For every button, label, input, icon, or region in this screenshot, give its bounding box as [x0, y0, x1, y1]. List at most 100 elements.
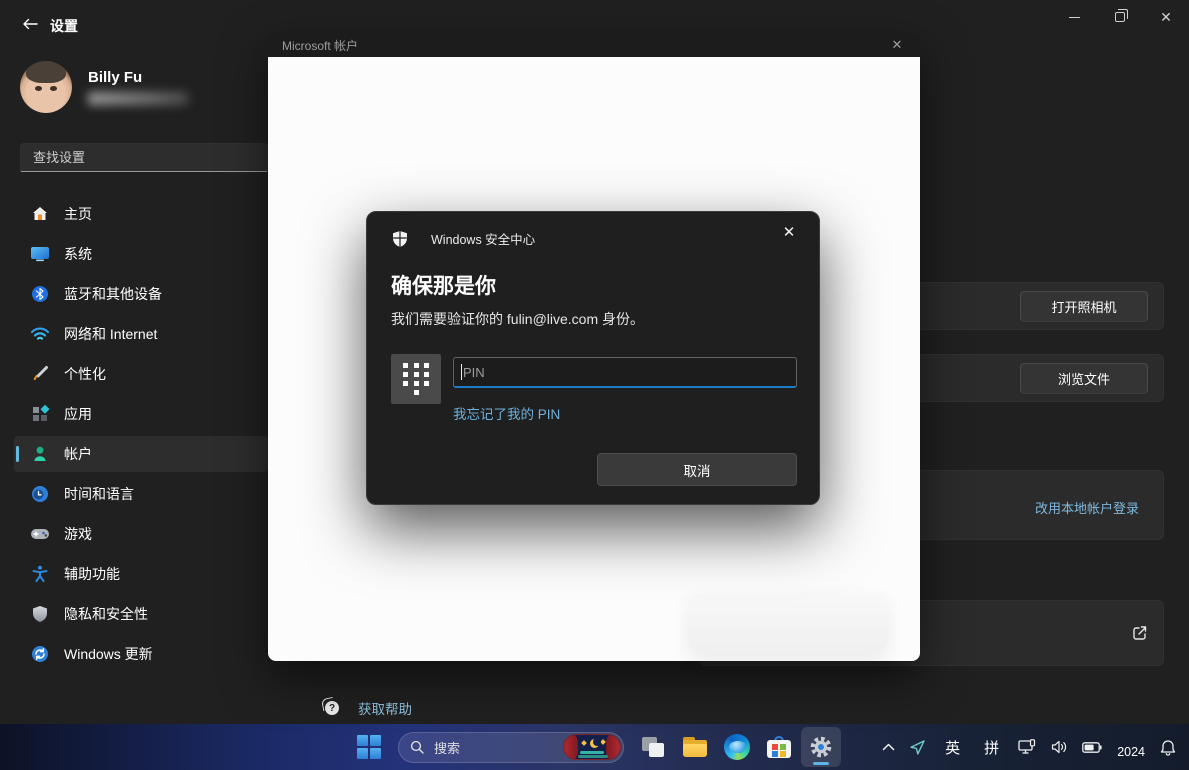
- microsoft-account-close-button[interactable]: ✕: [884, 36, 910, 54]
- sidebar-item-label: 辅助功能: [64, 564, 120, 584]
- local-account-link[interactable]: 改用本地帐户登录: [1035, 498, 1139, 517]
- security-dialog-close-button[interactable]: ✕: [775, 220, 803, 244]
- home-icon: [30, 204, 50, 224]
- background-card: [688, 592, 888, 654]
- sidebar-item-time-language[interactable]: 时间和语言: [14, 476, 268, 512]
- get-help-label: 获取帮助: [358, 698, 412, 718]
- update-icon: [30, 644, 50, 664]
- network-monitor-icon: [1018, 739, 1037, 755]
- sidebar-item-label: 游戏: [64, 524, 92, 544]
- windows-logo-icon: [357, 735, 381, 759]
- minimize-button[interactable]: [1051, 0, 1097, 34]
- sidebar-item-network[interactable]: 网络和 Internet: [14, 316, 268, 352]
- task-view-icon: [642, 737, 664, 757]
- restore-button[interactable]: [1097, 0, 1143, 34]
- sidebar-item-label: 时间和语言: [64, 484, 134, 504]
- sidebar-item-label: 帐户: [64, 444, 92, 464]
- sidebar-item-system[interactable]: 系统: [14, 236, 268, 272]
- edge-button[interactable]: [717, 727, 757, 767]
- sidebar-item-apps[interactable]: 应用: [14, 396, 268, 432]
- sidebar-item-label: Windows 更新: [64, 644, 153, 664]
- security-dialog-header: Windows 安全中心: [391, 229, 535, 248]
- store-button[interactable]: [759, 727, 799, 767]
- tray-volume-button[interactable]: [1044, 727, 1075, 767]
- cancel-button[interactable]: 取消: [597, 453, 797, 486]
- sidebar-item-label: 应用: [64, 404, 92, 424]
- restore-icon: [1115, 12, 1125, 22]
- tray-chevron-up-button[interactable]: [875, 727, 902, 767]
- screen: 设置 ✕ Billy Fu 主页: [0, 0, 1189, 770]
- location-arrow-icon: [909, 739, 926, 756]
- profile-email-blurred: [88, 92, 188, 105]
- user-profile[interactable]: Billy Fu: [20, 61, 188, 113]
- sidebar-item-label: 网络和 Internet: [64, 324, 157, 344]
- security-dialog-title: 确保那是你: [391, 270, 496, 300]
- minimize-icon: [1069, 17, 1080, 18]
- back-button[interactable]: [12, 10, 48, 38]
- ime-latin-indicator[interactable]: 英: [933, 727, 972, 767]
- sidebar-item-accounts[interactable]: 帐户: [14, 436, 268, 472]
- accessibility-icon: [30, 564, 50, 584]
- task-view-button[interactable]: [633, 727, 673, 767]
- store-icon: [767, 736, 791, 758]
- get-help-link[interactable]: ? 获取帮助: [322, 698, 412, 718]
- search-icon: [410, 740, 424, 754]
- get-help-icon: ?: [322, 698, 342, 718]
- close-button[interactable]: ✕: [1143, 0, 1189, 34]
- pin-input-wrap: [453, 357, 797, 388]
- close-icon: ✕: [783, 223, 796, 241]
- sidebar-item-privacy[interactable]: 隐私和安全性: [14, 596, 268, 632]
- tray-notification-button[interactable]: [1153, 727, 1183, 767]
- security-dialog-app-name: Windows 安全中心: [431, 229, 535, 248]
- profile-name: Billy Fu: [88, 69, 188, 86]
- forgot-pin-link[interactable]: 我忘记了我的 PIN: [453, 403, 560, 423]
- microsoft-account-titlebar: Microsoft 帐户 ✕: [268, 33, 920, 57]
- sidebar-item-gaming[interactable]: 游戏: [14, 516, 268, 552]
- settings-app-button[interactable]: [801, 727, 841, 767]
- brush-icon: [30, 364, 50, 384]
- chevron-up-icon: [882, 743, 895, 751]
- sidebar-item-label: 系统: [64, 244, 92, 264]
- taskbar-tray: 英 拼: [875, 724, 1183, 770]
- speaker-icon: [1051, 740, 1068, 754]
- taskbar-search-box[interactable]: 搜索: [398, 732, 624, 763]
- search-highlight-icon[interactable]: [563, 734, 621, 760]
- tray-clock[interactable]: 2024: [1109, 727, 1153, 767]
- tray-battery-button[interactable]: [1075, 727, 1109, 767]
- system-icon: [30, 244, 50, 264]
- sidebar-item-home[interactable]: 主页: [14, 196, 268, 232]
- tray-network-button[interactable]: [1011, 727, 1044, 767]
- tray-location-button[interactable]: [902, 727, 933, 767]
- microsoft-account-title: Microsoft 帐户: [282, 37, 358, 54]
- back-arrow-icon: [22, 18, 38, 30]
- sidebar-item-label: 主页: [64, 204, 92, 224]
- start-button[interactable]: [349, 727, 389, 767]
- close-icon: ✕: [1160, 10, 1172, 24]
- ime-pinyin-indicator[interactable]: 拼: [972, 727, 1011, 767]
- pin-input[interactable]: [453, 357, 797, 388]
- sidebar-item-accessibility[interactable]: 辅助功能: [14, 556, 268, 592]
- sidebar-item-bluetooth[interactable]: 蓝牙和其他设备: [14, 276, 268, 312]
- pin-keypad-icon: [391, 354, 441, 404]
- folder-icon: [683, 737, 707, 757]
- edge-icon: [724, 734, 750, 760]
- sidebar-item-windows-update[interactable]: Windows 更新: [14, 636, 268, 672]
- apps-icon: [30, 404, 50, 424]
- taskbar-center-group: 搜索: [348, 724, 842, 770]
- gamepad-icon: [30, 524, 50, 544]
- taskbar: 搜索: [0, 724, 1189, 770]
- profile-texts: Billy Fu: [88, 69, 188, 105]
- open-camera-button[interactable]: 打开照相机: [1020, 291, 1148, 322]
- security-dialog-body-text: 我们需要验证你的 fulin@live.com 身份。: [391, 309, 644, 329]
- settings-search-box[interactable]: [20, 143, 268, 172]
- sidebar-item-label: 隐私和安全性: [64, 604, 148, 624]
- browse-files-button[interactable]: 浏览文件: [1020, 363, 1148, 394]
- battery-icon: [1082, 742, 1102, 753]
- text-caret: [461, 364, 462, 380]
- windows-security-dialog: Windows 安全中心 ✕ 确保那是你 我们需要验证你的 fulin@live…: [366, 211, 820, 505]
- accounts-icon: [30, 444, 50, 464]
- sidebar-item-personalization[interactable]: 个性化: [14, 356, 268, 392]
- file-explorer-button[interactable]: [675, 727, 715, 767]
- external-link-icon[interactable]: [1131, 624, 1149, 642]
- settings-search-input[interactable]: [21, 150, 221, 165]
